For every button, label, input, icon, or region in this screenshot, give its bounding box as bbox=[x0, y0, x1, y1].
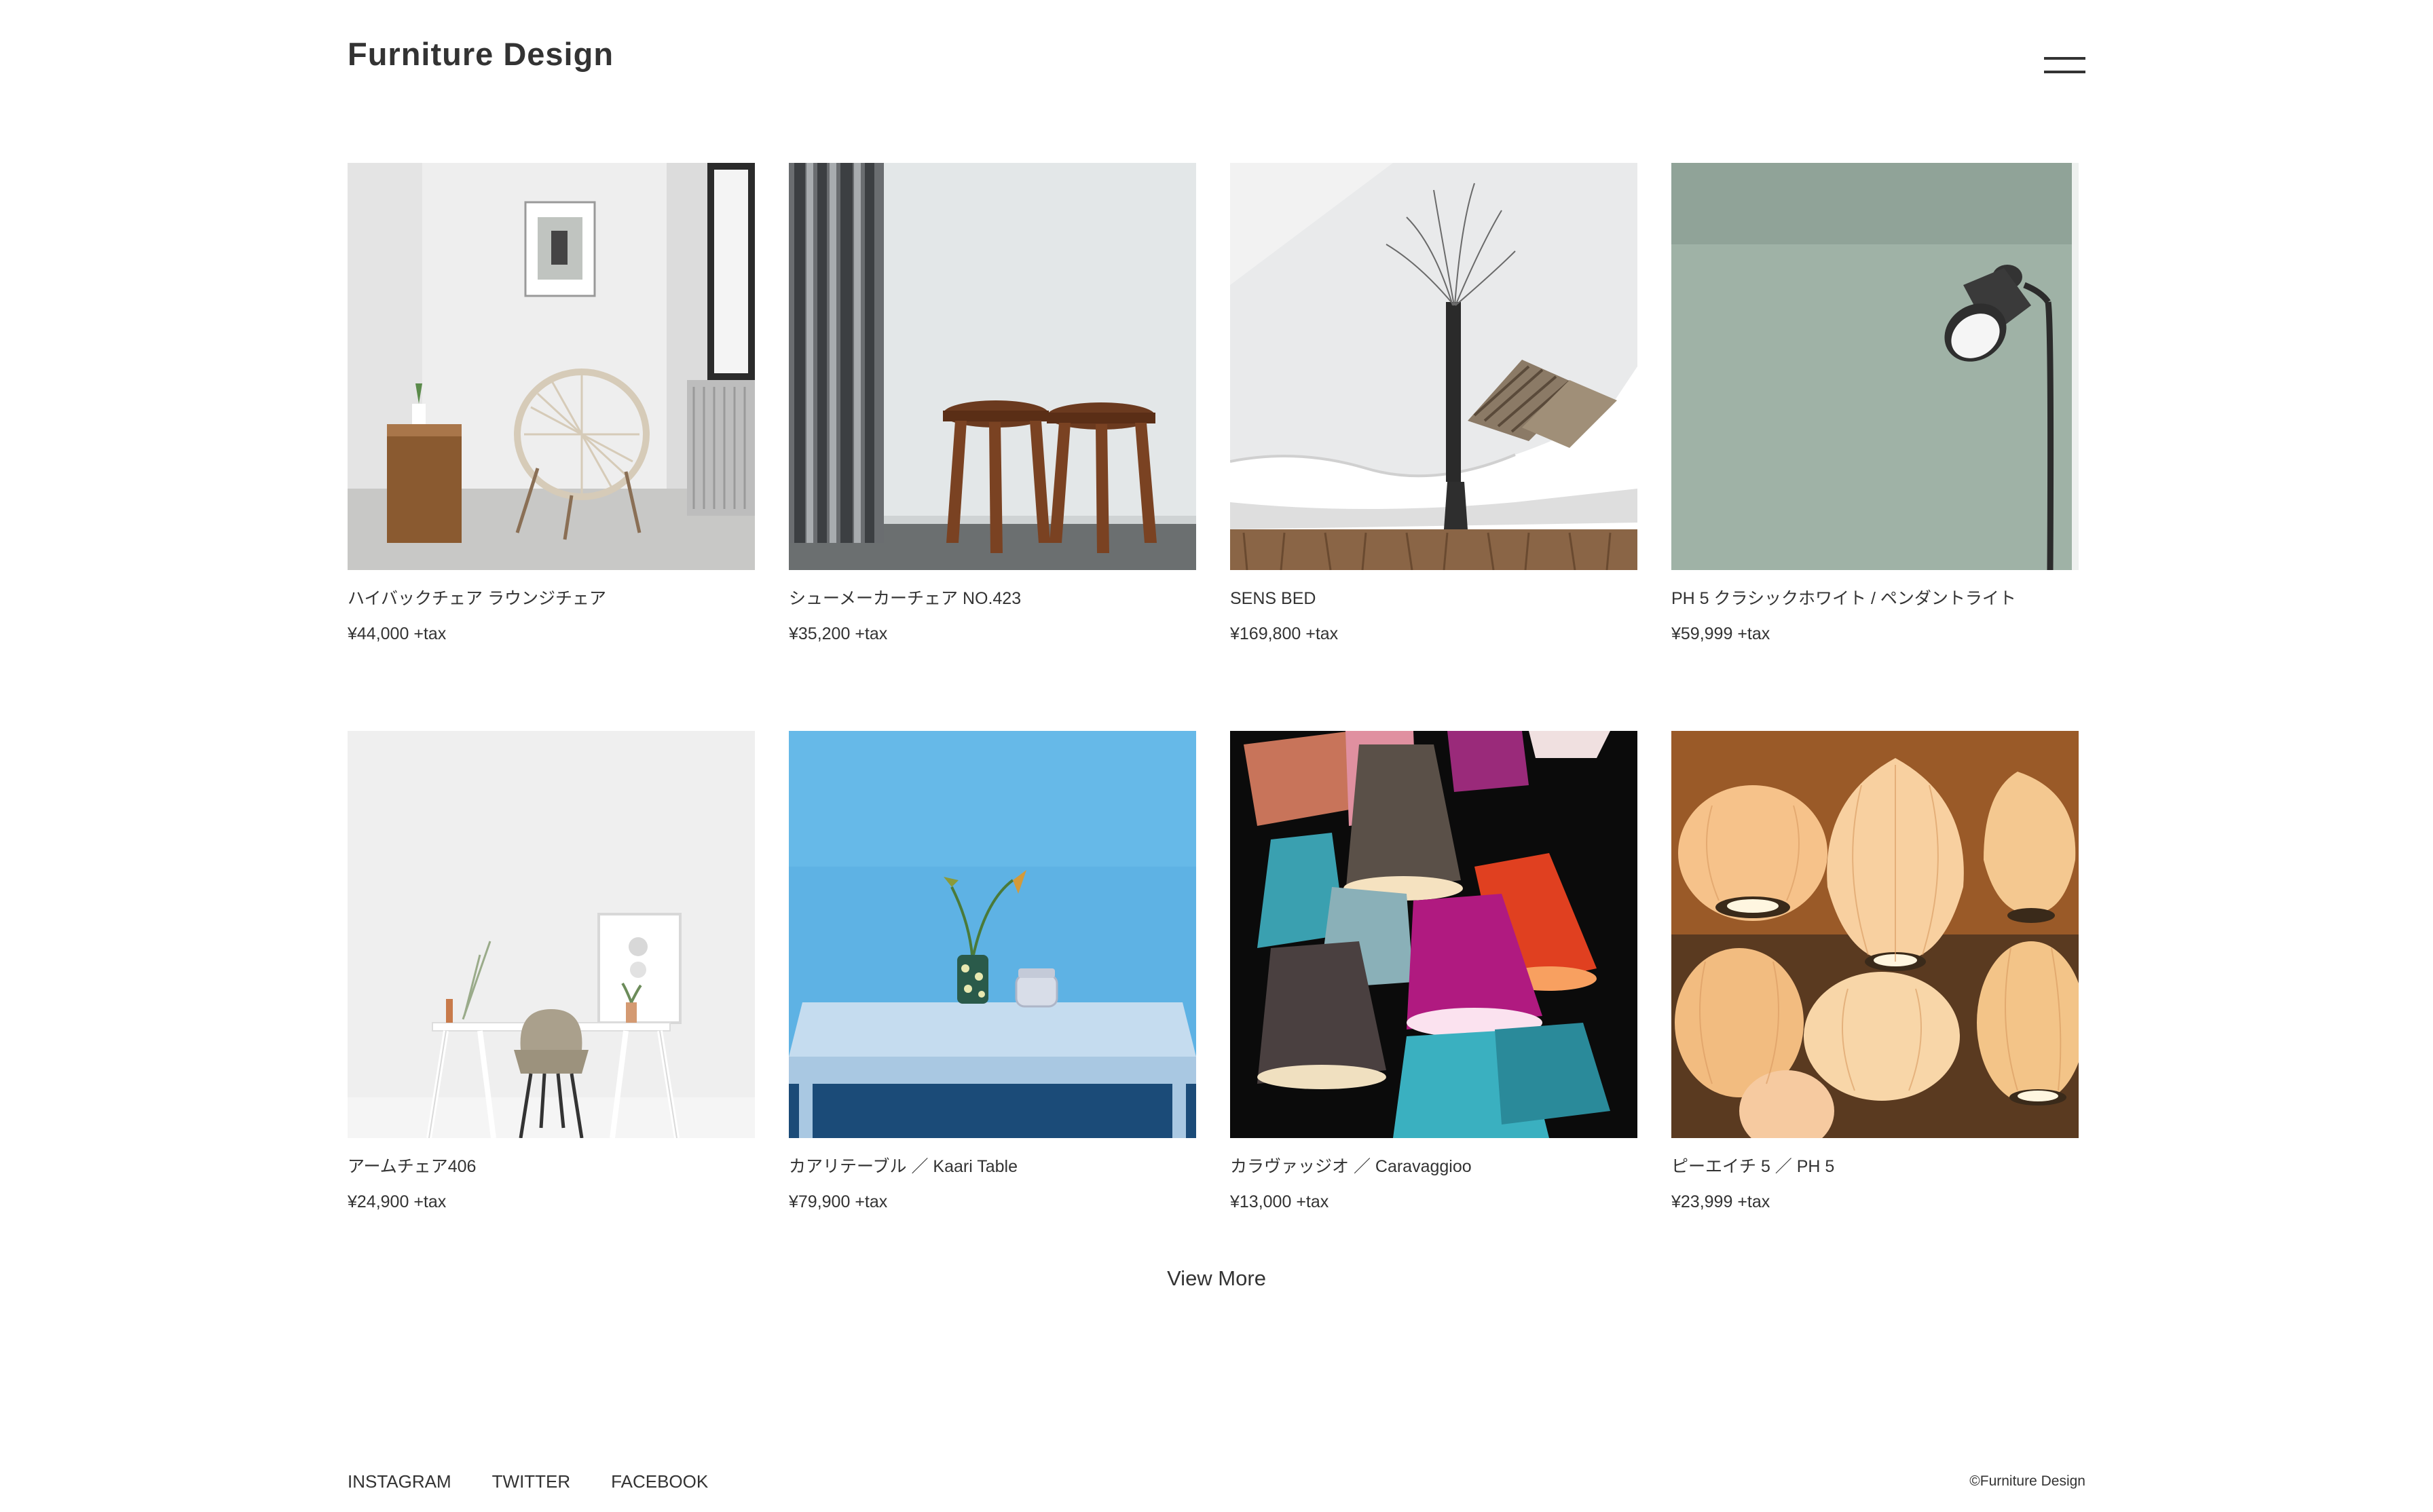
product-card[interactable]: シューメーカーチェア NO.423 ¥35,200 +tax bbox=[789, 163, 1196, 731]
twitter-link[interactable]: TWITTER bbox=[492, 1469, 571, 1494]
menu-bar-top bbox=[2044, 57, 2085, 60]
product-image-wooden-stools[interactable] bbox=[789, 163, 1196, 570]
product-card[interactable]: カラヴァッジオ ／ Caravaggioo ¥13,000 +tax bbox=[1230, 731, 1637, 1299]
product-price: ¥59,999 +tax bbox=[1671, 624, 1770, 643]
product-name: ピーエイチ 5 ／ PH 5 bbox=[1671, 1157, 1835, 1176]
product-image-lounge-chair[interactable] bbox=[348, 163, 755, 570]
view-more-container: View More bbox=[0, 1264, 2433, 1293]
site-header: Furniture Design bbox=[348, 27, 2085, 102]
social-links: INSTAGRAM TWITTER FACEBOOK bbox=[348, 1469, 708, 1494]
product-name: アームチェア406 bbox=[348, 1157, 477, 1176]
hamburger-menu-icon[interactable] bbox=[2042, 41, 2085, 81]
product-card[interactable]: PH 5 クラシックホワイト / ペンダントライト ¥59,999 +tax bbox=[1671, 163, 2079, 731]
product-card[interactable]: ハイバックチェア ラウンジチェア ¥44,000 +tax bbox=[348, 163, 755, 731]
product-price: ¥24,900 +tax bbox=[348, 1192, 447, 1211]
product-grid: ハイバックチェア ラウンジチェア ¥44,000 +tax シューメーカーチェア… bbox=[348, 163, 2085, 1299]
product-card[interactable]: SENS BED ¥169,800 +tax bbox=[1230, 163, 1637, 731]
product-name: PH 5 クラシックホワイト / ペンダントライト bbox=[1671, 589, 2016, 608]
product-price: ¥13,000 +tax bbox=[1230, 1192, 1329, 1211]
product-card[interactable]: カアリテーブル ／ Kaari Table ¥79,900 +tax bbox=[789, 731, 1196, 1299]
product-price: ¥35,200 +tax bbox=[789, 624, 888, 643]
product-card[interactable]: アームチェア406 ¥24,900 +tax bbox=[348, 731, 755, 1299]
site-logo[interactable]: Furniture Design bbox=[348, 33, 614, 76]
product-image-caravaggio-lamps[interactable] bbox=[1230, 731, 1637, 1138]
facebook-link[interactable]: FACEBOOK bbox=[611, 1469, 708, 1494]
product-image-kaari-table[interactable] bbox=[789, 731, 1196, 1138]
view-more-link[interactable]: View More bbox=[1167, 1266, 1266, 1290]
product-name: シューメーカーチェア NO.423 bbox=[789, 589, 1022, 608]
product-image-desk-chair[interactable] bbox=[348, 731, 755, 1138]
product-image-ph5-lamps[interactable] bbox=[1671, 731, 2079, 1138]
instagram-link[interactable]: INSTAGRAM bbox=[348, 1469, 451, 1494]
product-card[interactable]: ピーエイチ 5 ／ PH 5 ¥23,999 +tax bbox=[1671, 731, 2079, 1299]
product-price: ¥44,000 +tax bbox=[348, 624, 447, 643]
product-name: ハイバックチェア ラウンジチェア bbox=[348, 589, 606, 608]
product-price: ¥23,999 +tax bbox=[1671, 1192, 1770, 1211]
site-footer: INSTAGRAM TWITTER FACEBOOK ©Furniture De… bbox=[348, 1469, 2085, 1496]
product-price: ¥79,900 +tax bbox=[789, 1192, 888, 1211]
product-name: カアリテーブル ／ Kaari Table bbox=[789, 1157, 1018, 1176]
product-image-sens-bed[interactable] bbox=[1230, 163, 1637, 570]
product-image-floor-lamp[interactable] bbox=[1671, 163, 2079, 570]
product-name: カラヴァッジオ ／ Caravaggioo bbox=[1230, 1157, 1472, 1176]
product-price: ¥169,800 +tax bbox=[1230, 624, 1339, 643]
menu-bar-bottom bbox=[2044, 71, 2085, 73]
product-name: SENS BED bbox=[1230, 589, 1316, 608]
copyright-text: ©Furniture Design bbox=[1969, 1473, 2085, 1489]
